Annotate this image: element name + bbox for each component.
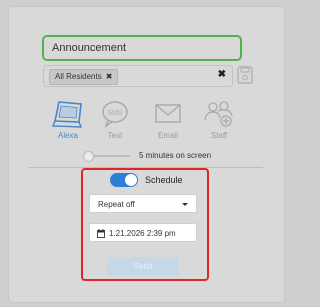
title-input[interactable]: Announcement — [42, 35, 242, 61]
channel-label: Staff — [210, 131, 228, 140]
sms-icon: SMS — [102, 101, 128, 128]
tablet-icon — [51, 101, 83, 128]
svg-text:SMS: SMS — [107, 110, 123, 117]
repeat-select-value: Repeat off — [98, 200, 135, 209]
schedule-toggle[interactable] — [110, 173, 138, 187]
datetime-value: 1.21.2026 2:39 pm — [109, 229, 176, 238]
channel-email[interactable]: Email — [148, 100, 188, 140]
recipient-field[interactable]: All Residents ✖ ✖ — [43, 65, 233, 87]
recipient-chip: All Residents ✖ — [49, 69, 119, 85]
calendar-icon — [97, 229, 105, 238]
chevron-down-icon — [182, 203, 188, 206]
toggle-knob — [125, 174, 137, 186]
staff-icon — [204, 101, 233, 127]
recipient-chip-label: All Residents — [55, 72, 102, 81]
schedule-label: Schedule — [145, 175, 183, 185]
send-button[interactable]: Send — [107, 257, 179, 275]
channel-label: Alexa — [57, 131, 78, 140]
repeat-select[interactable]: Repeat off — [89, 194, 197, 213]
clear-recipients-icon[interactable]: ✖ — [218, 69, 226, 80]
datetime-field[interactable]: 1.21.2026 2:39 pm — [89, 223, 197, 242]
channel-staff[interactable]: Staff — [199, 100, 239, 140]
channel-label: Text — [107, 131, 123, 140]
duration-label: 5 minutes on screen — [139, 151, 212, 160]
channel-text[interactable]: SMS Text — [95, 100, 135, 140]
chip-remove-icon[interactable]: ✖ — [106, 72, 113, 81]
channel-alexa[interactable]: Alexa — [48, 100, 88, 140]
channel-label: Email — [157, 131, 178, 140]
envelope-icon — [155, 104, 181, 123]
save-icon[interactable] — [237, 66, 253, 84]
duration-slider-thumb[interactable] — [83, 151, 94, 162]
